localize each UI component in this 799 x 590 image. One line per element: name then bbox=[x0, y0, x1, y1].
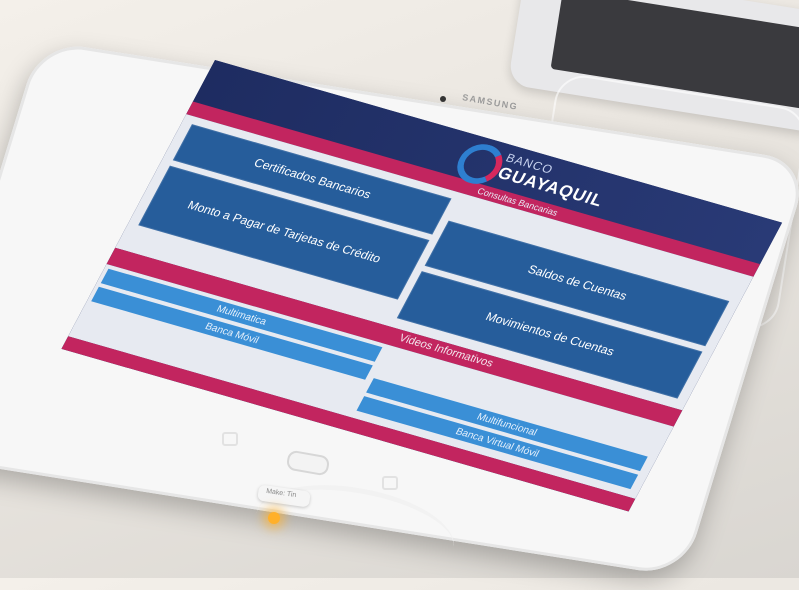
camera-icon bbox=[440, 96, 446, 102]
recent-apps-key-icon[interactable] bbox=[382, 476, 398, 490]
back-key-icon[interactable] bbox=[222, 432, 238, 446]
tablet: SAMSUNG BANCO GUAYAQUIL Consultas Bancar… bbox=[0, 0, 799, 578]
charging-led bbox=[268, 512, 280, 524]
